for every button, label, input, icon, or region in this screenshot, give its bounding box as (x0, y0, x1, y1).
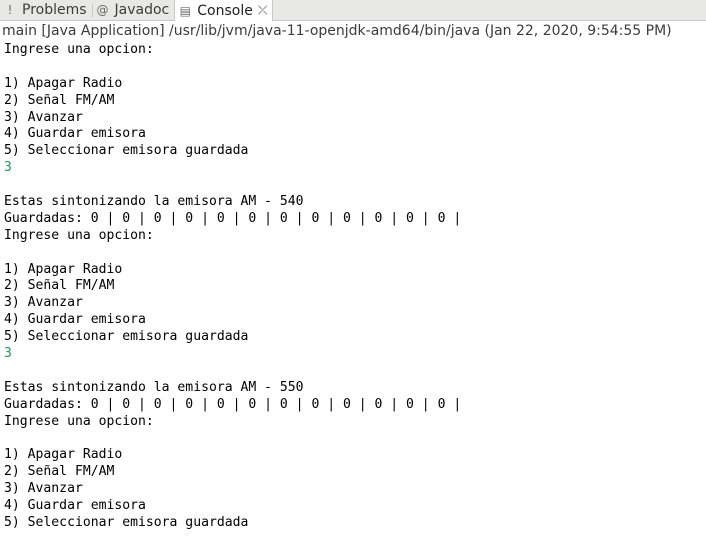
tab-console[interactable]: ▤ Console ⤫ (174, 0, 274, 21)
view-tab-bar: ! Problems @ Javadoc ▤ Console ⤫ (0, 0, 706, 21)
console-line: 3) Avanzar (4, 109, 83, 125)
problems-icon: ! (7, 3, 13, 17)
console-line: 1) Apagar Radio (4, 447, 123, 463)
console-line: Ingrese una opcion: (4, 413, 154, 429)
console-line: Guardadas: 0 | 0 | 0 | 0 | 0 | 0 | 0 | 0… (4, 210, 462, 226)
close-icon[interactable]: ⤫ (258, 3, 268, 18)
tab-javadoc-label: Javadoc (114, 2, 170, 18)
console-line: Ingrese una opcion: (4, 227, 154, 243)
console-icon: ▤ (179, 3, 191, 18)
console-user-input: 3 (4, 160, 12, 176)
console-line: 5) Seleccionar emisora guardada (4, 514, 249, 530)
console-line: 4) Guardar emisora (4, 498, 146, 514)
tab-javadoc[interactable]: @ Javadoc (93, 0, 175, 20)
console-line: 5) Seleccionar emisora guardada (4, 329, 249, 345)
console-line: 2) Señal FM/AM (4, 464, 115, 480)
console-line: Estas sintonizando la emisora AM - 550 (4, 379, 304, 395)
console-line: 2) Señal FM/AM (4, 92, 115, 108)
console-user-input: 3 (4, 346, 12, 362)
console-output[interactable]: Ingrese una opcion: 1) Apagar Radio 2) Señ… (4, 42, 704, 557)
console-line: 3) Avanzar (4, 295, 83, 311)
tab-problems[interactable]: ! Problems (0, 0, 92, 20)
console-process-label: main [Java Application] /usr/lib/jvm/jav… (2, 23, 672, 39)
console-line: 4) Guardar emisora (4, 126, 146, 142)
console-line: Guardadas: 0 | 0 | 0 | 0 | 0 | 0 | 0 | 0… (4, 396, 462, 412)
console-line: Ingrese una opcion: (4, 42, 154, 57)
console-line: 1) Apagar Radio (4, 75, 123, 91)
console-line: 1) Apagar Radio (4, 261, 123, 277)
console-line: Estas sintonizando la emisora AM - 540 (4, 194, 304, 210)
console-line: 4) Guardar emisora (4, 312, 146, 328)
tab-console-label: Console (197, 2, 253, 19)
console-line: 3) Avanzar (4, 481, 83, 497)
javadoc-icon: @ (96, 3, 109, 17)
tab-problems-label: Problems (22, 2, 87, 18)
console-line: 2) Señal FM/AM (4, 278, 115, 294)
console-line: 5) Seleccionar emisora guardada (4, 143, 249, 159)
